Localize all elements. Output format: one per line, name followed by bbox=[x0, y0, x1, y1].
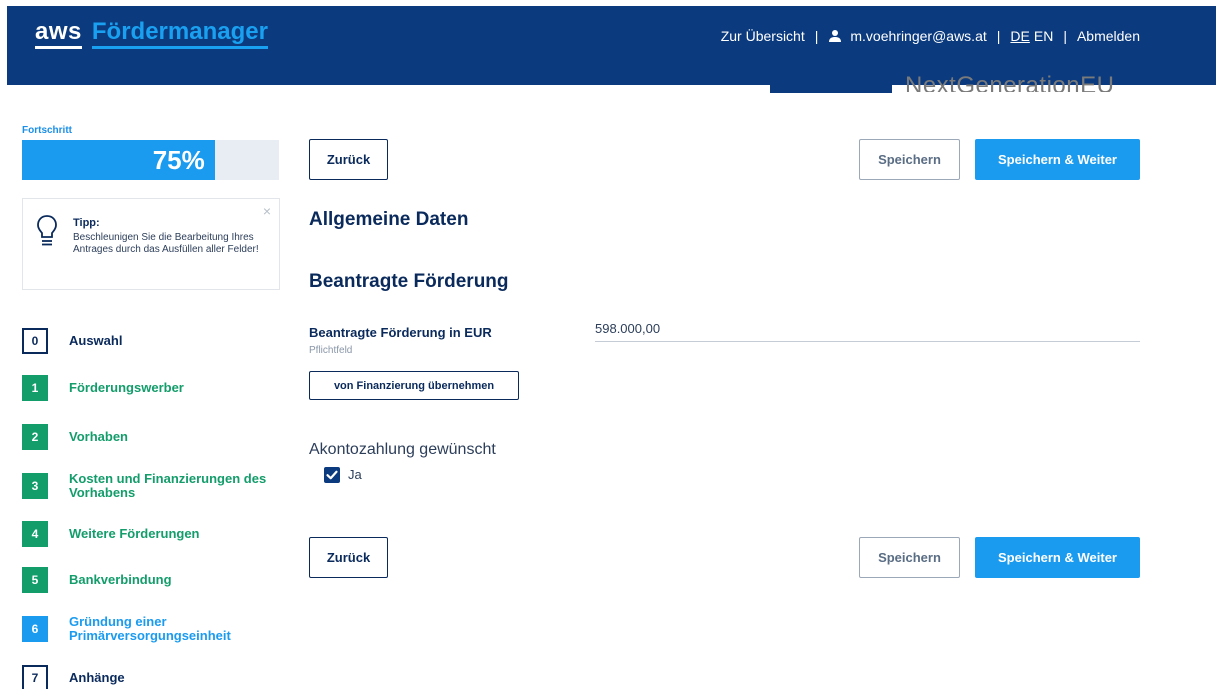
step-number: 2 bbox=[22, 424, 48, 450]
amount-field-label: Beantragte Förderung in EUR bbox=[309, 325, 492, 340]
tip-box: × Tipp: Beschleunigen Sie die Bearbeitun… bbox=[22, 198, 280, 290]
akonto-checkbox[interactable] bbox=[324, 467, 340, 483]
lang-de-link[interactable]: DE bbox=[1010, 28, 1029, 44]
back-button-bottom[interactable]: Zurück bbox=[309, 537, 388, 578]
step-item-kosten-finanzierungen[interactable]: 3 Kosten und Finanzierungen des Vorhaben… bbox=[22, 472, 269, 500]
amount-input[interactable] bbox=[595, 316, 1140, 342]
take-from-financing-button[interactable]: von Finanzierung übernehmen bbox=[309, 371, 519, 400]
logo-aws: aws bbox=[35, 20, 82, 49]
progress-label: Fortschritt bbox=[22, 125, 72, 136]
step-item-anhaenge[interactable]: 7 Anhänge bbox=[22, 665, 125, 689]
logout-link[interactable]: Abmelden bbox=[1077, 28, 1140, 44]
save-button-bottom[interactable]: Speichern bbox=[859, 537, 960, 578]
lightbulb-icon bbox=[36, 214, 58, 248]
step-number: 0 bbox=[22, 328, 48, 354]
save-and-next-button[interactable]: Speichern & Weiter bbox=[975, 139, 1140, 180]
step-number: 7 bbox=[22, 665, 48, 689]
step-label: Bankverbindung bbox=[69, 572, 172, 587]
nav-separator: | bbox=[996, 28, 1001, 44]
progress-bar-fill: 75% bbox=[22, 140, 215, 180]
nav-separator: | bbox=[1063, 28, 1067, 44]
logo-app-name: Fördermanager bbox=[91, 20, 268, 49]
step-number: 6 bbox=[22, 616, 48, 642]
step-label: Gründung einer Primärversorgungseinheit bbox=[69, 614, 231, 643]
banner-bar bbox=[770, 85, 892, 93]
progress-bar: 75% bbox=[22, 140, 279, 180]
step-item-vorhaben[interactable]: 2 Vorhaben bbox=[22, 424, 128, 450]
step-label: Vorhaben bbox=[69, 429, 128, 444]
save-button[interactable]: Speichern bbox=[859, 139, 960, 180]
step-label: Kosten und Finanzierungen des Vorhabens bbox=[69, 471, 267, 500]
user-icon bbox=[828, 29, 842, 43]
back-button[interactable]: Zurück bbox=[309, 139, 388, 180]
lang-en-link[interactable]: EN bbox=[1034, 28, 1053, 44]
step-number: 1 bbox=[22, 375, 48, 401]
logo[interactable]: aws Fördermanager bbox=[35, 20, 268, 49]
step-number: 4 bbox=[22, 521, 48, 547]
banner-text: NextGenerationEU bbox=[905, 70, 1114, 92]
subsection-title: Beantragte Förderung bbox=[309, 271, 509, 292]
section-title: Allgemeine Daten bbox=[309, 209, 469, 230]
close-icon[interactable]: × bbox=[263, 203, 271, 219]
checkmark-icon bbox=[326, 470, 338, 480]
nav-separator: | bbox=[814, 28, 819, 44]
step-item-foerderungswerber[interactable]: 1 Förderungswerber bbox=[22, 375, 184, 401]
overview-link[interactable]: Zur Übersicht bbox=[721, 28, 805, 44]
step-label: Förderungswerber bbox=[69, 380, 184, 395]
tip-text: Beschleunigen Sie die Bearbeitung Ihres … bbox=[73, 232, 259, 255]
progress-percent: 75% bbox=[152, 145, 205, 175]
akonto-label: Akontozahlung gewünscht bbox=[309, 441, 496, 458]
step-label: Anhänge bbox=[69, 670, 125, 685]
step-label: Auswahl bbox=[69, 333, 123, 348]
user-email-link[interactable]: m.voehringer@aws.at bbox=[850, 28, 986, 44]
banner-text-label: NextGenerationEU bbox=[905, 72, 1115, 92]
step-item-weitere-foerderungen[interactable]: 4 Weitere Förderungen bbox=[22, 521, 200, 547]
step-number: 5 bbox=[22, 567, 48, 593]
top-nav: Zur Übersicht | m.voehringer@aws.at | DE… bbox=[721, 28, 1140, 44]
save-and-next-button-bottom[interactable]: Speichern & Weiter bbox=[975, 537, 1140, 578]
step-item-auswahl[interactable]: 0 Auswahl bbox=[22, 328, 122, 354]
tip-title: Tipp: bbox=[73, 217, 100, 229]
required-hint: Pflichtfeld bbox=[309, 345, 353, 356]
step-label: Weitere Förderungen bbox=[69, 526, 200, 541]
step-number: 3 bbox=[22, 473, 48, 499]
step-item-bankverbindung[interactable]: 5 Bankverbindung bbox=[22, 567, 172, 593]
step-item-gruendung-pve[interactable]: 6 Gründung einer Primärversorgungseinhei… bbox=[22, 615, 269, 643]
akonto-option-label[interactable]: Ja bbox=[348, 467, 362, 482]
